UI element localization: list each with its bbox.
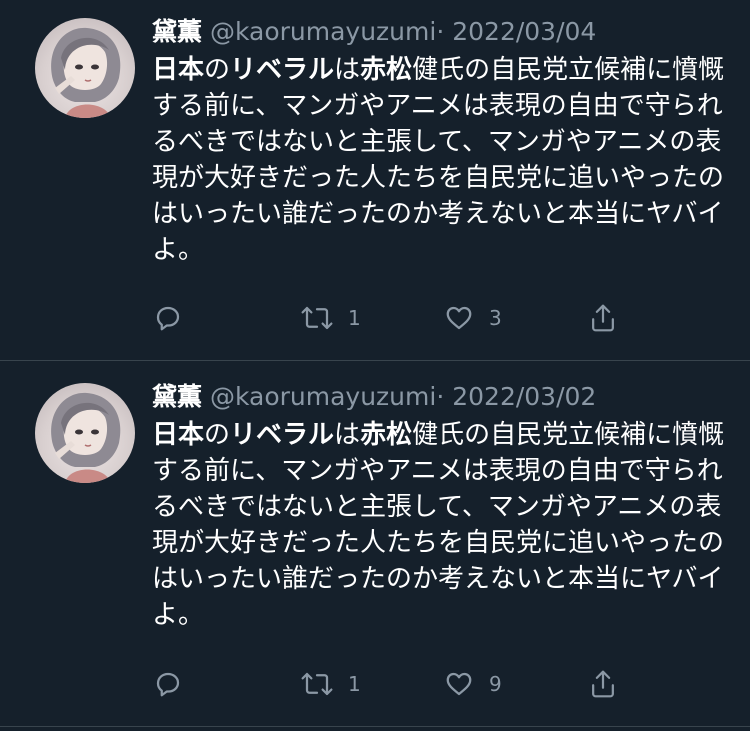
bold-text: 日本	[152, 55, 205, 85]
tweet-header: 黛薫 @kaorumayuzumi· 2022/03/02	[152, 380, 596, 414]
reply-icon	[156, 306, 180, 331]
retweet-icon	[301, 672, 333, 696]
tweet[interactable]: 黛薫 @kaorumayuzumi· 2022/03/04 日本のリベラルは赤松…	[0, 0, 750, 365]
tweet-date[interactable]: 2022/03/04	[452, 17, 596, 46]
like-button[interactable]: 9	[443, 666, 502, 702]
retweet-count: 1	[348, 306, 361, 330]
avatar-illustration	[51, 392, 121, 483]
tweet-divider	[0, 726, 750, 727]
tweet-actions: 1 9	[0, 666, 750, 702]
text-span: の	[204, 420, 231, 450]
retweet-button[interactable]: 1	[300, 300, 361, 336]
bold-text: 赤松	[360, 55, 413, 85]
heart-icon	[446, 306, 472, 330]
like-count: 9	[489, 672, 502, 696]
share-icon	[592, 670, 614, 698]
tweet-text: 日本のリベラルは赤松健氏の自民党立候補に憤慨する前に、マンガやアニメは表現の自由…	[152, 52, 737, 268]
tweet-date[interactable]: 2022/03/02	[452, 382, 596, 411]
reply-button[interactable]	[153, 300, 183, 336]
avatar-illustration	[51, 27, 121, 118]
bold-text: リベラル	[230, 55, 335, 85]
text-span: は	[334, 55, 361, 85]
like-count: 3	[489, 306, 502, 330]
retweet-button[interactable]: 1	[300, 666, 361, 702]
separator-dot: ·	[436, 17, 445, 46]
retweet-count: 1	[348, 672, 361, 696]
retweet-icon	[301, 306, 333, 330]
share-button[interactable]	[588, 666, 618, 702]
share-button[interactable]	[588, 300, 618, 336]
display-name[interactable]: 黛薫	[152, 382, 202, 411]
reply-icon	[156, 672, 180, 697]
share-icon	[592, 304, 614, 332]
heart-icon	[446, 672, 472, 696]
like-button[interactable]: 3	[443, 300, 502, 336]
tweet[interactable]: 黛薫 @kaorumayuzumi· 2022/03/02 日本のリベラルは赤松…	[0, 365, 750, 730]
user-handle[interactable]: @kaorumayuzumi	[210, 382, 436, 411]
tweet-divider	[0, 360, 750, 361]
reply-button[interactable]	[153, 666, 183, 702]
bold-text: 日本	[152, 420, 205, 450]
tweet-actions: 1 3	[0, 300, 750, 336]
text-span: 健氏の自民党立候補に憤慨する前に、マンガやアニメは表現の自由で守られるべきではな…	[152, 420, 725, 630]
text-span: 健氏の自民党立候補に憤慨する前に、マンガやアニメは表現の自由で守られるべきではな…	[152, 55, 725, 265]
avatar[interactable]	[35, 18, 135, 118]
separator-dot: ·	[436, 382, 445, 411]
tweet-text: 日本のリベラルは赤松健氏の自民党立候補に憤慨する前に、マンガやアニメは表現の自由…	[152, 417, 737, 633]
text-span: の	[204, 55, 231, 85]
bold-text: 赤松	[360, 420, 413, 450]
tweet-header: 黛薫 @kaorumayuzumi· 2022/03/04	[152, 15, 596, 49]
bold-text: リベラル	[230, 420, 335, 450]
user-handle[interactable]: @kaorumayuzumi	[210, 17, 436, 46]
display-name[interactable]: 黛薫	[152, 17, 202, 46]
avatar[interactable]	[35, 383, 135, 483]
text-span: は	[334, 420, 361, 450]
